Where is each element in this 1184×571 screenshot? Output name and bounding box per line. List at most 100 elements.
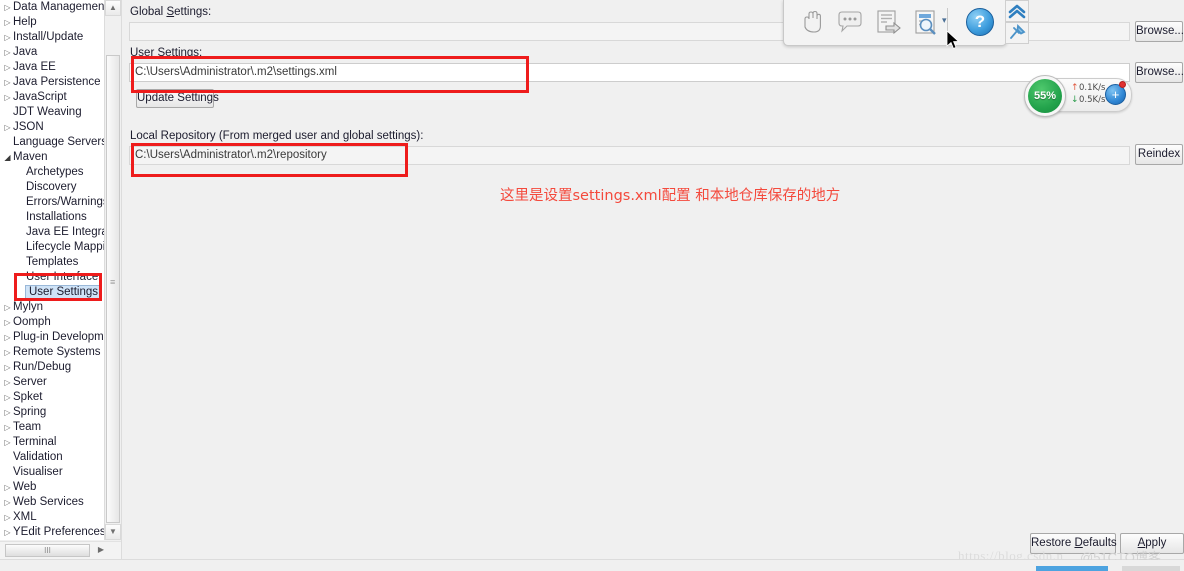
sidebar-item-yedit-preferences[interactable]: ▷ YEdit Preferences xyxy=(0,525,108,540)
chevron-right-icon[interactable]: ▷ xyxy=(2,435,13,450)
sidebar-item-data-management[interactable]: ▷ Data Management xyxy=(0,0,108,15)
chevron-right-icon[interactable]: ▷ xyxy=(2,525,13,540)
sidebar-item-archetypes[interactable]: Archetypes xyxy=(0,165,108,180)
sidebar-item-errors-warnings[interactable]: Errors/Warnings xyxy=(0,195,108,210)
sidebar-item-spket[interactable]: ▷ Spket xyxy=(0,390,108,405)
toolbar-side-buttons[interactable] xyxy=(1005,0,1029,45)
user-settings-browse-button[interactable]: Browse... xyxy=(1135,62,1184,83)
sidebar-item-user-settings[interactable]: User Settings xyxy=(0,285,108,300)
sidebar-item-team[interactable]: ▷ Team xyxy=(0,420,108,435)
document-search-icon[interactable] xyxy=(910,7,942,37)
sidebar-item-label: Server xyxy=(13,376,47,388)
sidebar-item-discovery[interactable]: Discovery xyxy=(0,180,108,195)
global-settings-browse-button[interactable]: Browse... xyxy=(1135,21,1184,42)
sidebar-item-label: Maven xyxy=(13,151,48,163)
reindex-button[interactable]: Reindex xyxy=(1135,144,1183,165)
chevron-right-icon[interactable]: ▷ xyxy=(2,90,13,105)
chevron-right-icon[interactable]: ▷ xyxy=(2,345,13,360)
chevron-right-icon[interactable]: ▷ xyxy=(2,315,13,330)
tree-hscrollbar-thumb[interactable]: III xyxy=(5,544,90,557)
sidebar-item-json[interactable]: ▷ JSON xyxy=(0,120,108,135)
chevron-down-icon[interactable]: ◢ xyxy=(2,150,13,165)
sidebar-item-label: User Interface xyxy=(26,271,99,283)
user-settings-input[interactable]: C:\Users\Administrator\.m2\settings.xml xyxy=(129,63,1130,82)
sidebar-item-java-ee-integration[interactable]: Java EE Integration xyxy=(0,225,108,240)
comment-icon[interactable] xyxy=(834,7,866,37)
chevron-right-icon[interactable]: ▷ xyxy=(2,75,13,90)
tree-scrollbar-thumb[interactable]: ≡ xyxy=(106,55,120,523)
tree-vertical-scrollbar[interactable]: ▲ ≡ ▼ xyxy=(104,0,121,540)
sidebar-item-label: Remote Systems xyxy=(13,346,101,358)
sidebar-item-label: Errors/Warnings xyxy=(26,196,109,208)
sidebar-item-help[interactable]: ▷ Help xyxy=(0,15,108,30)
help-button[interactable]: ? xyxy=(966,8,994,36)
scroll-up-arrow-icon[interactable]: ▲ xyxy=(105,0,121,16)
collapse-icon[interactable] xyxy=(1005,0,1029,22)
preferences-tree[interactable]: ▷ Data Management ▷ Help ▷ Install/Update ▷ Jav… xyxy=(0,0,108,540)
sidebar-item-lifecycle-mapping[interactable]: Lifecycle Mapping xyxy=(0,240,108,255)
preferences-tree-panel[interactable]: ▷ Data Management ▷ Help ▷ Install/Update ▷ Jav… xyxy=(0,0,109,540)
chevron-right-icon[interactable]: ▷ xyxy=(2,495,13,510)
network-speed-widget[interactable]: 55% ↑0.1K/s ↓0.5K/s + xyxy=(1024,75,1132,117)
sidebar-item-label: Terminal xyxy=(13,436,57,448)
sidebar-item-label: Oomph xyxy=(13,316,51,328)
sidebar-item-installations[interactable]: Installations xyxy=(0,210,108,225)
chevron-right-icon[interactable]: ▷ xyxy=(2,405,13,420)
sidebar-item-label: Visualiser xyxy=(13,466,63,478)
tree-horizontal-scrollbar[interactable]: III ▶ xyxy=(0,541,121,559)
global-settings-label: Global Settings: xyxy=(130,6,212,18)
chevron-right-icon[interactable]: ▷ xyxy=(2,390,13,405)
sidebar-item-web[interactable]: ▷ Web xyxy=(0,480,108,495)
sidebar-item-java-ee[interactable]: ▷ Java EE xyxy=(0,60,108,75)
chevron-right-icon[interactable]: ▷ xyxy=(2,420,13,435)
sidebar-item-label: Web Services xyxy=(13,496,84,508)
pin-icon[interactable] xyxy=(1005,22,1029,44)
floating-toolbar[interactable]: ▾ ? xyxy=(783,0,1007,46)
chevron-right-icon[interactable]: ▷ xyxy=(2,330,13,345)
sidebar-item-install-update[interactable]: ▷ Install/Update xyxy=(0,30,108,45)
sidebar-item-java-persistence[interactable]: ▷ Java Persistence xyxy=(0,75,108,90)
chevron-down-icon[interactable]: ▾ xyxy=(942,15,947,26)
chevron-right-icon[interactable]: ▷ xyxy=(2,510,13,525)
chevron-right-icon[interactable]: ▷ xyxy=(2,360,13,375)
chevron-right-icon[interactable]: ▷ xyxy=(2,375,13,390)
chevron-right-icon[interactable]: ▷ xyxy=(2,30,13,45)
sidebar-item-xml[interactable]: ▷ XML xyxy=(0,510,108,525)
chevron-right-icon[interactable]: ▷ xyxy=(2,300,13,315)
update-settings-button[interactable]: Update Settings xyxy=(136,89,219,108)
scroll-down-arrow-icon[interactable]: ▼ xyxy=(105,524,121,540)
sidebar-item-jdt-weaving[interactable]: JDT Weaving xyxy=(0,105,108,120)
sidebar-item-label: Spket xyxy=(13,391,43,403)
sidebar-item-javascript[interactable]: ▷ JavaScript xyxy=(0,90,108,105)
mouse-cursor-icon xyxy=(946,30,960,50)
sidebar-item-run-debug[interactable]: ▷ Run/Debug xyxy=(0,360,108,375)
sidebar-item-java[interactable]: ▷ Java xyxy=(0,45,108,60)
sidebar-item-mylyn[interactable]: ▷ Mylyn xyxy=(0,300,108,315)
sidebar-item-oomph[interactable]: ▷ Oomph xyxy=(0,315,108,330)
chevron-right-icon[interactable]: ▷ xyxy=(2,15,13,30)
sidebar-item-plug-in-development[interactable]: ▷Plug-in Development xyxy=(0,330,108,345)
sidebar-item-user-interface[interactable]: User Interface xyxy=(0,270,108,285)
hand-icon[interactable] xyxy=(796,7,828,37)
sidebar-item-label: Language Servers xyxy=(13,136,107,148)
chevron-right-icon[interactable]: ▷ xyxy=(2,480,13,495)
chevron-right-icon[interactable]: ▷ xyxy=(2,0,13,15)
chevron-right-icon[interactable]: ▷ xyxy=(2,45,13,60)
sidebar-item-label: Lifecycle Mapping xyxy=(26,241,109,253)
sidebar-item-terminal[interactable]: ▷ Terminal xyxy=(0,435,108,450)
sidebar-item-label: Java EE xyxy=(13,61,56,73)
sidebar-item-server[interactable]: ▷ Server xyxy=(0,375,108,390)
sidebar-item-templates[interactable]: Templates xyxy=(0,255,108,270)
sidebar-item-spring[interactable]: ▷ Spring xyxy=(0,405,108,420)
sidebar-item-web-services[interactable]: ▷ Web Services xyxy=(0,495,108,510)
document-export-icon[interactable] xyxy=(872,7,904,37)
chevron-right-icon[interactable]: ▷ xyxy=(2,60,13,75)
chevron-right-icon[interactable]: ▷ xyxy=(2,120,13,135)
sidebar-item-validation[interactable]: Validation xyxy=(0,450,108,465)
scroll-right-arrow-icon[interactable]: ▶ xyxy=(94,544,108,557)
sidebar-item-language-servers[interactable]: Language Servers xyxy=(0,135,108,150)
sidebar-item-remote-systems[interactable]: ▷ Remote Systems xyxy=(0,345,108,360)
sidebar-item-maven[interactable]: ◢ Maven xyxy=(0,150,108,165)
sidebar-item-visualiser[interactable]: Visualiser xyxy=(0,465,108,480)
